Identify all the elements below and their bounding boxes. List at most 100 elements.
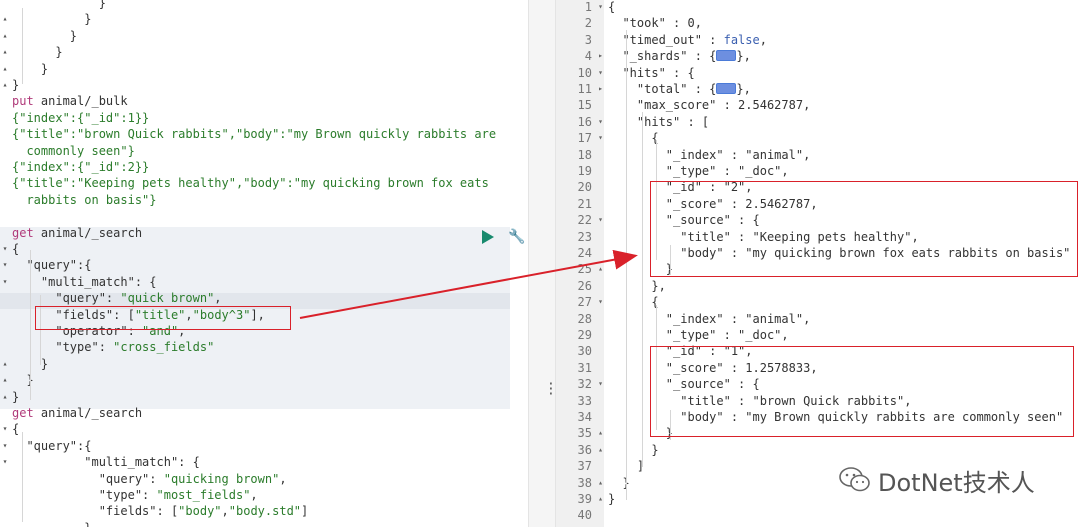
line-number: 17 (577, 131, 592, 146)
indent-guide (22, 8, 23, 84)
code-line[interactable]: get animal/_search (12, 225, 528, 241)
fold-marker-icon[interactable]: ▾ (1, 454, 9, 470)
code-line[interactable]: { (12, 421, 528, 437)
fold-arrow-icon[interactable]: ▾ (596, 0, 605, 15)
code-line[interactable]: rabbits on basis"} (12, 192, 528, 208)
code-line[interactable]: } (12, 372, 528, 388)
code-token: } (12, 389, 20, 404)
code-token: "title" : (608, 229, 753, 244)
fold-marker-icon[interactable]: ▾ (1, 438, 9, 454)
fold-arrow-icon[interactable]: ▴ (596, 475, 605, 491)
code-line[interactable]: } (12, 11, 528, 27)
line-number: 4 (584, 49, 592, 64)
drag-handle-icon[interactable]: · · · (547, 378, 555, 401)
fold-arrow-icon[interactable]: ▾ (596, 65, 605, 81)
fold-marker-icon[interactable]: ▴ (1, 11, 9, 27)
code-token: {"index":{"_id":2}} (12, 160, 150, 174)
code-line[interactable]: } (12, 61, 528, 77)
code-token: , (745, 344, 753, 359)
line-number: 38 (577, 475, 592, 490)
fold-arrow-icon[interactable]: ▾ (596, 376, 605, 392)
code-token: , (185, 307, 193, 322)
code-line[interactable]: {"title":"brown Quick rabbits","body":"m… (12, 126, 528, 142)
response-line: "body" : "my Brown quickly rabbits are c… (608, 409, 1080, 425)
response-viewer-pane[interactable]: 1 ▾{2 "took" : 0, 3 "timed_out" : false, 4 ▸… (556, 0, 1080, 527)
response-line: "_id" : "2", (608, 179, 1080, 195)
code-line[interactable]: "query":{ (12, 257, 528, 273)
fold-marker-icon[interactable]: ▾ (1, 241, 9, 257)
response-line: "title" : "brown Quick rabbits", (608, 393, 1080, 409)
fold-arrow-icon[interactable]: ▴ (596, 442, 605, 458)
fold-arrow-icon[interactable]: ▴ (596, 425, 605, 441)
line-number: 11 (577, 82, 592, 96)
code-line[interactable] (12, 208, 528, 224)
code-line[interactable]: } (12, 77, 528, 93)
code-line[interactable]: } (12, 356, 528, 372)
code-line[interactable]: "multi_match": { (12, 274, 528, 290)
code-line[interactable]: get animal/_search (12, 405, 528, 421)
code-line[interactable]: } (12, 0, 528, 11)
code-line[interactable]: "operator": "and", (12, 323, 528, 339)
fold-arrow-icon[interactable]: ▾ (596, 114, 605, 130)
line-number: 30 (577, 344, 592, 359)
fold-arrow-icon[interactable]: ▴ (596, 261, 605, 277)
indent-guide (40, 295, 41, 365)
fold-arrow-icon[interactable]: ▴ (596, 491, 605, 507)
collapsed-block-icon[interactable] (716, 83, 737, 94)
code-token: , (810, 196, 818, 211)
code-line[interactable]: } (12, 28, 528, 44)
fold-marker-icon[interactable]: ▾ (1, 257, 9, 273)
code-line[interactable]: "multi_match": { (12, 454, 528, 470)
code-line[interactable]: "query":{ (12, 438, 528, 454)
wechat-icon (838, 465, 872, 495)
code-line[interactable]: "fields": ["body","body.std"] (12, 503, 528, 519)
code-token: "_doc" (738, 328, 782, 342)
code-token: false (723, 32, 760, 47)
fold-marker-icon[interactable]: ▴ (1, 44, 9, 60)
fold-marker-icon[interactable]: ▴ (1, 28, 9, 44)
fold-marker-icon[interactable]: ▴ (1, 61, 9, 77)
code-line[interactable]: "fields": ["title","body^3"], (12, 307, 528, 323)
indent-guide (626, 30, 627, 500)
code-line[interactable]: "type": "cross_fields" (12, 339, 528, 355)
code-line[interactable]: } (12, 520, 528, 527)
code-line[interactable]: {"index":{"_id":2}} (12, 159, 528, 175)
indent-guide (22, 432, 23, 522)
fold-arrow-icon[interactable]: ▾ (596, 212, 605, 228)
code-line[interactable]: } (12, 389, 528, 405)
pane-divider[interactable]: · · · (528, 0, 556, 527)
code-token: }, (608, 278, 666, 293)
code-token: } (12, 12, 92, 27)
fold-arrow-icon[interactable]: ▸ (596, 48, 605, 64)
response-line: } (608, 261, 1080, 277)
fold-marker-icon[interactable]: ▾ (1, 421, 9, 437)
code-line[interactable]: } (12, 44, 528, 60)
code-line[interactable]: "type": "most_fields", (12, 487, 528, 503)
fold-marker-icon[interactable]: ▴ (1, 372, 9, 388)
code-token: { (12, 242, 20, 256)
code-line[interactable]: {"title":"Keeping pets healthy","body":"… (12, 175, 528, 191)
fold-arrow-icon[interactable]: ▾ (596, 130, 605, 146)
code-line[interactable]: put animal/_bulk (12, 93, 528, 109)
line-number: 36 (577, 442, 592, 457)
code-token: { (608, 295, 659, 310)
code-token: {"title":"Keeping pets healthy","body":"… (12, 176, 489, 191)
request-editor-pane[interactable]: } } ▴ } ▴ } ▴ } ▴} ▴ put animal/_bulk {"index":… (0, 0, 528, 527)
fold-arrow-icon[interactable]: ▸ (596, 81, 605, 97)
fold-marker-icon[interactable]: ▴ (1, 77, 9, 93)
code-line[interactable]: commonly seen"} (12, 143, 528, 159)
code-line[interactable]: {"index":{"_id":1}} (12, 110, 528, 126)
fold-marker-icon[interactable]: ▴ (1, 356, 9, 372)
code-line[interactable]: "query": "quicking brown", (12, 471, 528, 487)
indent-guide (670, 245, 671, 275)
code-token: "title" : (608, 393, 753, 408)
play-icon[interactable] (482, 230, 494, 244)
collapsed-block-icon[interactable] (716, 50, 737, 62)
wrench-icon[interactable]: 🔧 (508, 229, 525, 245)
fold-marker-icon[interactable]: ▾ (1, 274, 9, 290)
code-line[interactable]: "query": "quick brown", (12, 290, 528, 306)
code-token: , (221, 504, 229, 519)
code-line[interactable]: { (12, 241, 528, 257)
fold-marker-icon[interactable]: ▴ (1, 389, 9, 405)
fold-arrow-icon[interactable]: ▾ (596, 294, 605, 310)
